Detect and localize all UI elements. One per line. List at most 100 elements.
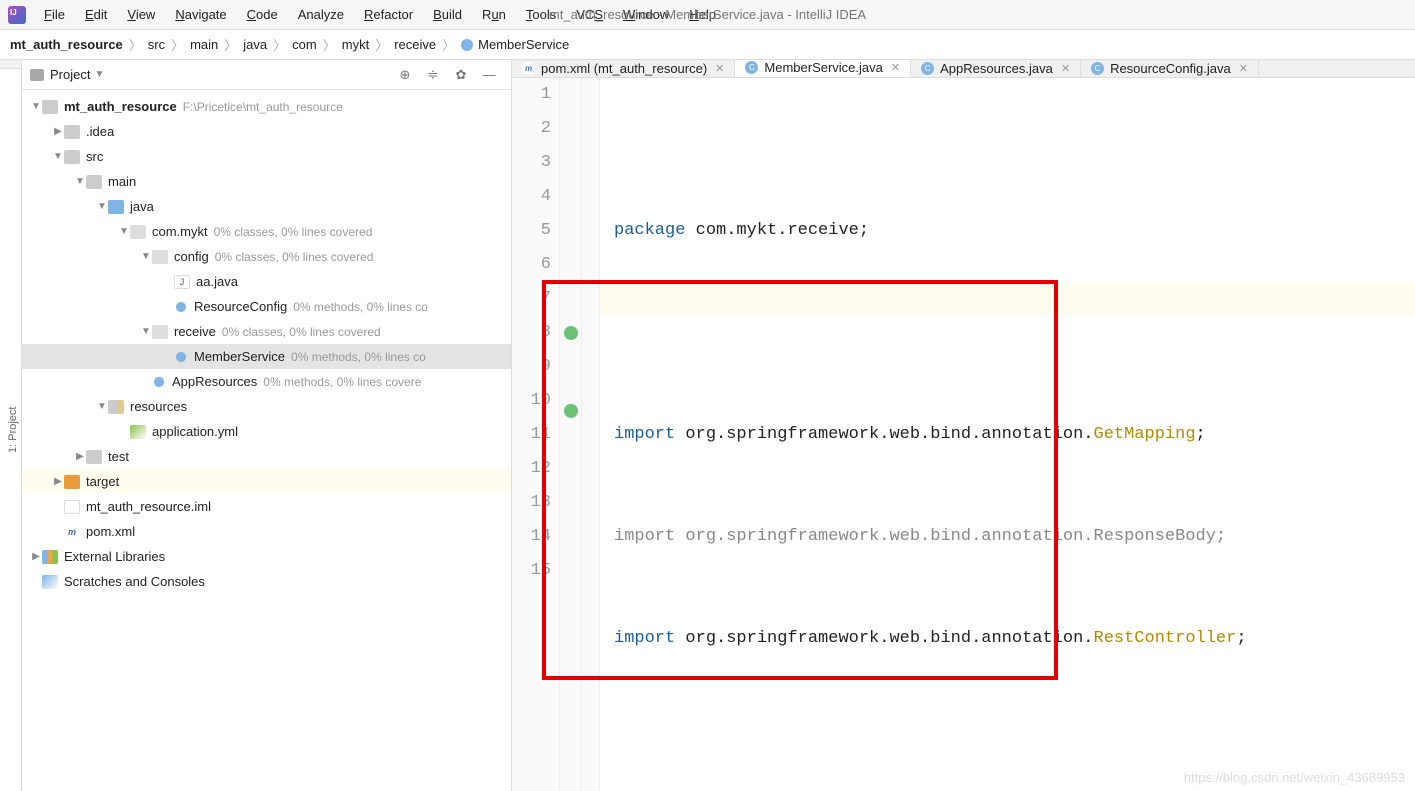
tree-idea[interactable]: ▶.idea: [22, 119, 511, 144]
package-icon: [130, 225, 146, 239]
iml-file-icon: [64, 500, 80, 514]
fold-gutter: [582, 78, 600, 791]
menu-analyze[interactable]: Analyze: [288, 3, 354, 26]
crumb-main[interactable]: main: [190, 37, 218, 52]
crumb-java[interactable]: java: [243, 37, 267, 52]
package-icon: [152, 325, 168, 339]
crumb-class[interactable]: MemberService: [478, 37, 569, 52]
close-icon[interactable]: ✕: [1061, 62, 1070, 75]
tree-src[interactable]: ▼src: [22, 144, 511, 169]
module-icon: [42, 100, 58, 114]
tree-pkg-mykt[interactable]: ▼com.mykt0% classes, 0% lines covered: [22, 219, 511, 244]
project-view-dropdown-icon[interactable]: ▼: [94, 69, 104, 80]
crumb-src[interactable]: src: [148, 37, 165, 52]
close-icon[interactable]: ✕: [1239, 62, 1248, 75]
menu-vcs[interactable]: VCS: [566, 3, 613, 26]
crumb-mykt[interactable]: mykt: [342, 37, 369, 52]
menu-run[interactable]: Run: [472, 3, 516, 26]
tab-resource-config[interactable]: CResourceConfig.java✕: [1081, 60, 1259, 77]
java-file-icon: J: [174, 275, 190, 289]
marker-gutter: [560, 78, 582, 791]
excluded-folder-icon: [64, 475, 80, 489]
editor-area: mpom.xml (mt_auth_resource)✕ CMemberServ…: [512, 60, 1415, 791]
tree-pkg-receive[interactable]: ▼receive0% classes, 0% lines covered: [22, 319, 511, 344]
menu-view[interactable]: View: [117, 3, 165, 26]
tab-pom[interactable]: mpom.xml (mt_auth_resource)✕: [512, 60, 735, 77]
scratches-icon: [42, 575, 58, 589]
line-number-gutter: 123456789101112131415: [512, 78, 560, 791]
editor-tabs: mpom.xml (mt_auth_resource)✕ CMemberServ…: [512, 60, 1415, 78]
resources-folder-icon: [108, 400, 124, 414]
folder-icon: [86, 175, 102, 189]
tree-app-yml[interactable]: application.yml: [22, 419, 511, 444]
menu-help[interactable]: Help: [679, 3, 726, 26]
tree-main[interactable]: ▼main: [22, 169, 511, 194]
folder-icon: [64, 125, 80, 139]
intellij-logo-icon: [8, 6, 26, 24]
tab-app-resources[interactable]: CAppResources.java✕: [911, 60, 1081, 77]
tree-java[interactable]: ▼java: [22, 194, 511, 219]
project-view-icon: [30, 69, 44, 81]
crumb-receive[interactable]: receive: [394, 37, 436, 52]
source-folder-icon: [108, 200, 124, 214]
menu-build[interactable]: Build: [423, 3, 472, 26]
project-header: Project ▼ ⊕ ≑ ✿ —: [22, 60, 511, 90]
tree-resources[interactable]: ▼resources: [22, 394, 511, 419]
tree-scratches[interactable]: Scratches and Consoles: [22, 569, 511, 594]
tool-tab-structure[interactable]: 7: Structure: [0, 68, 5, 791]
locate-icon[interactable]: ⊕: [396, 66, 414, 84]
navigation-bar: mt_auth_resource 〉src 〉main 〉java 〉com 〉…: [0, 30, 1415, 60]
menu-code[interactable]: Code: [237, 3, 288, 26]
project-tool-window: Project ▼ ⊕ ≑ ✿ — ▼mt_auth_resourceF:\Pr…: [22, 60, 512, 791]
spring-bean-icon[interactable]: [564, 404, 578, 418]
java-class-icon: C: [921, 62, 934, 75]
menu-window[interactable]: Window: [613, 3, 679, 26]
menu-bar: File Edit View Navigate Code Analyze Ref…: [0, 0, 1415, 30]
java-class-icon: [152, 375, 166, 389]
java-class-icon: [174, 350, 188, 364]
tab-member-service[interactable]: CMemberService.java✕: [735, 60, 911, 77]
java-class-icon: C: [745, 61, 758, 74]
breadcrumb[interactable]: mt_auth_resource 〉src 〉main 〉java 〉com 〉…: [10, 35, 569, 54]
java-class-icon: [174, 300, 188, 314]
tree-aa-java[interactable]: Jaa.java: [22, 269, 511, 294]
menu-file[interactable]: File: [34, 3, 75, 26]
left-tool-gutter: 1: Project 7: Structure: [0, 60, 22, 791]
maven-file-icon: m: [64, 525, 80, 539]
java-class-icon: [461, 39, 473, 51]
package-icon: [152, 250, 168, 264]
tree-ext-libs[interactable]: ▶External Libraries: [22, 544, 511, 569]
project-view-label[interactable]: Project: [50, 67, 90, 82]
menu-edit[interactable]: Edit: [75, 3, 117, 26]
settings-icon[interactable]: ✿: [452, 66, 470, 84]
java-class-icon: C: [1091, 62, 1104, 75]
tree-app-resources[interactable]: AppResources0% methods, 0% lines covere: [22, 369, 511, 394]
hide-icon[interactable]: —: [480, 66, 498, 84]
expand-all-icon[interactable]: ≑: [424, 66, 442, 84]
tree-root[interactable]: ▼mt_auth_resourceF:\Pricetice\mt_auth_re…: [22, 94, 511, 119]
tree-pkg-config[interactable]: ▼config0% classes, 0% lines covered: [22, 244, 511, 269]
menu-navigate[interactable]: Navigate: [165, 3, 236, 26]
tree-target[interactable]: ▶target: [22, 469, 511, 494]
folder-icon: [86, 450, 102, 464]
tree-iml[interactable]: mt_auth_resource.iml: [22, 494, 511, 519]
tool-tab-project[interactable]: 1: Project: [5, 68, 21, 791]
tree-resource-config[interactable]: ResourceConfig0% methods, 0% lines co: [22, 294, 511, 319]
menu-tools[interactable]: Tools: [516, 3, 566, 26]
yaml-file-icon: [130, 425, 146, 439]
watermark-text: https://blog.csdn.net/weixin_43689953: [1184, 770, 1405, 785]
close-icon[interactable]: ✕: [891, 61, 900, 74]
libraries-icon: [42, 550, 58, 564]
project-tree[interactable]: ▼mt_auth_resourceF:\Pricetice\mt_auth_re…: [22, 90, 511, 791]
crumb-root[interactable]: mt_auth_resource: [10, 37, 123, 52]
tree-pom[interactable]: mpom.xml: [22, 519, 511, 544]
crumb-com[interactable]: com: [292, 37, 317, 52]
maven-file-icon: m: [522, 62, 535, 75]
tree-test[interactable]: ▶test: [22, 444, 511, 469]
close-icon[interactable]: ✕: [715, 62, 724, 75]
code-body[interactable]: package com.mykt.receive; import org.spr…: [600, 78, 1415, 791]
spring-bean-icon[interactable]: [564, 326, 578, 340]
code-editor[interactable]: 123456789101112131415 package com.mykt.r…: [512, 78, 1415, 791]
menu-refactor[interactable]: Refactor: [354, 3, 423, 26]
tree-member-service-selected[interactable]: MemberService0% methods, 0% lines co: [22, 344, 511, 369]
